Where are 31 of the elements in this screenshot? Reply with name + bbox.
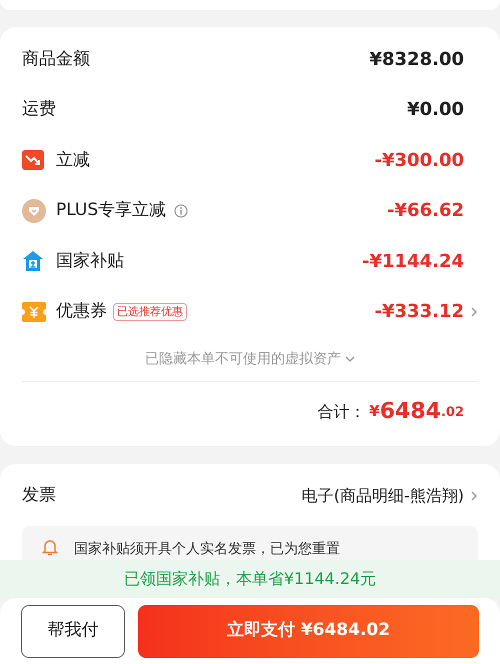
pay-button[interactable]: 立即支付 ¥6484.02: [138, 604, 479, 658]
shield-badge-icon: [22, 198, 46, 223]
price-amount: -¥300.00: [374, 148, 464, 173]
coupon-icon: [22, 302, 46, 322]
help-pay-button[interactable]: 帮我付: [21, 604, 125, 658]
total-currency: ¥: [369, 400, 380, 422]
total-label: 合计：: [317, 400, 366, 422]
total-integer: 6484: [380, 398, 441, 426]
bell-icon: [42, 539, 58, 556]
price-label: 优惠券: [56, 300, 107, 323]
price-label: 立减: [56, 148, 90, 172]
notice-text: 国家补贴须开具个人实名发票，已为您重置: [74, 540, 340, 559]
trend-down-icon: [22, 150, 44, 170]
total-decimal: .02: [440, 404, 464, 422]
subsidy-text: 已领国家补贴，本单省¥1144.24元: [124, 568, 376, 590]
house-icon: [22, 250, 44, 272]
price-amount: ¥8328.00: [369, 48, 464, 72]
chevron-right-icon: [470, 490, 478, 502]
price-label: PLUS专享立减: [56, 199, 166, 222]
invoice-value[interactable]: 电子(商品明细-熊浩翔): [302, 484, 464, 508]
price-label: 运费: [22, 98, 56, 121]
price-amount: -¥333.12: [374, 300, 464, 324]
price-amount: ¥0.00: [407, 98, 464, 122]
price-amount: -¥66.62: [387, 199, 464, 224]
price-amount: -¥1144.24: [362, 250, 464, 274]
invoice-label: 发票: [22, 484, 56, 508]
price-label: 国家补贴: [56, 250, 124, 272]
info-icon[interactable]: [174, 204, 188, 218]
recommended-tag: 已选推荐优惠: [113, 302, 187, 321]
chevron-down-icon: [345, 355, 355, 363]
price-label: 商品金额: [22, 48, 90, 70]
